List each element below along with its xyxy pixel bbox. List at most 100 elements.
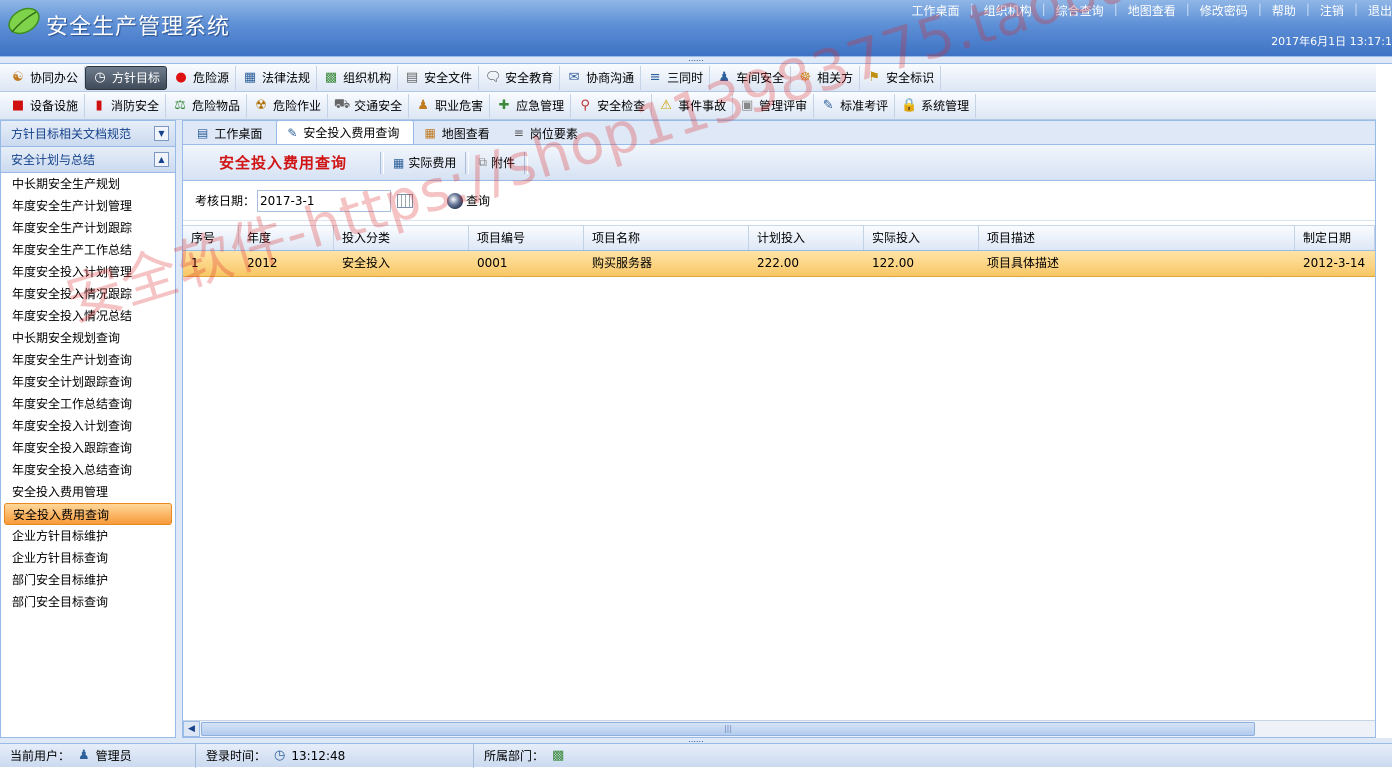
query-button[interactable]: 查询 <box>447 192 490 209</box>
magnifier-icon: ⚲ <box>580 98 590 113</box>
menu-target[interactable]: ◷ 方针目标 <box>85 65 168 90</box>
date-input[interactable] <box>257 189 392 212</box>
sidebar-item-selected[interactable]: 安全投入费用查询 <box>4 503 172 525</box>
menu-hazardous-work[interactable]: ☢ 危险作业 <box>247 93 329 118</box>
sidebar-item[interactable]: 年度安全生产工作总结 <box>1 239 175 261</box>
sidebar-item[interactable]: 年度安全生产计划查询 <box>1 349 175 371</box>
table-icon: ▦ <box>393 155 405 170</box>
menu-occupational-hazard[interactable]: ♟ 职业危害 <box>409 93 491 118</box>
sidebar-item[interactable]: 年度安全计划跟踪查询 <box>1 371 175 393</box>
sidebar-item[interactable]: 年度安全生产计划管理 <box>1 195 175 217</box>
tab-post-elements[interactable]: ≡ 岗位要素 <box>504 122 592 144</box>
top-link-password[interactable]: 修改密码 <box>1190 2 1258 19</box>
flag-icon: ⚑ <box>868 70 880 85</box>
top-link-help[interactable]: 帮助 <box>1262 2 1306 19</box>
accordion-docs-standards[interactable]: 方针目标相关文档规范 ▼ <box>1 121 175 147</box>
menu-safety-signs[interactable]: ⚑ 安全标识 <box>860 65 942 90</box>
top-link-desktop[interactable]: 工作桌面 <box>902 2 970 19</box>
menu-incidents[interactable]: ⚠ 事件事故 <box>652 93 734 118</box>
speech-bubble-icon: 🗨 <box>484 70 502 85</box>
column-header[interactable]: 项目名称 <box>584 226 749 250</box>
toolbar-separator <box>465 151 470 174</box>
sidebar-item[interactable]: 企业方针目标维护 <box>1 525 175 547</box>
calendar-icon[interactable] <box>397 193 414 208</box>
menu-system-management[interactable]: 🔒 系统管理 <box>895 93 977 118</box>
menu-traffic-safety[interactable]: ⛟ 交通安全 <box>328 93 410 118</box>
sidebar-item[interactable]: 年度安全生产计划跟踪 <box>1 217 175 239</box>
sidebar-item[interactable]: 年度安全投入情况跟踪 <box>1 283 175 305</box>
list-icon: ≡ <box>649 70 661 85</box>
fire-icon: ▮ <box>95 98 103 113</box>
menu-org[interactable]: ▩ 组织机构 <box>317 65 399 90</box>
sidebar-item[interactable]: 年度安全投入计划查询 <box>1 415 175 437</box>
column-header[interactable]: 制定日期 <box>1295 226 1375 250</box>
main-menu-row-2: ■ 设备设施 ▮ 消防安全 ⚖ 危险物品 ☢ 危险作业 ⛟ 交通安全 ♟ 职业危害 ✚ 应急管… <box>0 92 1376 120</box>
status-department: 所属部门： ▩ <box>484 748 565 763</box>
data-grid: 序号 年度 投入分类 项目编号 项目名称 计划投入 实际投入 项目描述 制定日期… <box>183 225 1375 277</box>
tab-desktop[interactable]: ▤ 工作桌面 <box>187 122 276 144</box>
search-bar: 考核日期： 查询 <box>183 181 1375 221</box>
map-icon: ▦ <box>424 126 436 140</box>
sidebar-item[interactable]: 年度安全工作总结查询 <box>1 393 175 415</box>
sidebar-item[interactable]: 中长期安全规划查询 <box>1 327 175 349</box>
sidebar-item[interactable]: 企业方针目标查询 <box>1 547 175 569</box>
menu-fire-safety[interactable]: ▮ 消防安全 <box>85 93 167 118</box>
menu-hazard-source[interactable]: ● 危险源 <box>167 65 237 90</box>
handshake-icon: ☸ <box>799 70 811 85</box>
menu-safety-inspection[interactable]: ⚲ 安全检查 <box>571 93 653 118</box>
attachment-button[interactable]: ⧉ 附件 <box>472 154 521 171</box>
accordion-plan-summary[interactable]: 安全计划与总结 ▲ <box>1 147 175 173</box>
sidebar-item[interactable]: 年度安全投入计划管理 <box>1 261 175 283</box>
menu-emergency[interactable]: ✚ 应急管理 <box>490 93 572 118</box>
edit-icon: ✎ <box>822 98 834 113</box>
main-content-panel: ▤ 工作桌面 ✎ 安全投入费用查询 ▦ 地图查看 ≡ 岗位要素 安全投入费用查询 ▦ 实际… <box>182 120 1376 738</box>
date-label: 考核日期： <box>195 194 256 208</box>
column-header[interactable]: 项目描述 <box>979 226 1295 250</box>
tab-map-view[interactable]: ▦ 地图查看 <box>414 122 503 144</box>
table-row[interactable]: 1 2012 安全投入 0001 购买服务器 222.00 122.00 项目具… <box>183 251 1375 277</box>
menu-equipment[interactable]: ■ 设备设施 <box>4 93 86 118</box>
menu-safety-docs[interactable]: ▤ 安全文件 <box>398 65 480 90</box>
leaf-logo-icon <box>8 7 40 35</box>
menu-management-review[interactable]: ▣ 管理评审 <box>733 93 815 118</box>
chevron-down-icon[interactable]: ▼ <box>154 126 169 141</box>
menu-related-parties[interactable]: ☸ 相关方 <box>791 65 861 90</box>
menu-three-simultaneous[interactable]: ≡ 三同时 <box>641 65 711 90</box>
column-header[interactable]: 年度 <box>239 226 334 250</box>
table-cell: 2012 <box>247 256 278 270</box>
top-link-map[interactable]: 地图查看 <box>1118 2 1186 19</box>
column-header[interactable]: 计划投入 <box>749 226 864 250</box>
top-link-org[interactable]: 组织机构 <box>974 2 1042 19</box>
menu-hazardous-goods[interactable]: ⚖ 危险物品 <box>166 93 248 118</box>
actual-cost-button[interactable]: ▦ 实际费用 <box>387 154 462 171</box>
horizontal-scrollbar[interactable]: ◀ ||| <box>183 720 1375 737</box>
tab-safety-cost-query[interactable]: ✎ 安全投入费用查询 <box>276 120 415 144</box>
sidebar-item[interactable]: 安全投入费用管理 <box>1 481 175 503</box>
sidebar-item[interactable]: 中长期安全生产规划 <box>1 173 175 195</box>
column-header[interactable]: 实际投入 <box>864 226 979 250</box>
sidebar-item[interactable]: 部门安全目标查询 <box>1 591 175 613</box>
grid-header: 序号 年度 投入分类 项目编号 项目名称 计划投入 实际投入 项目描述 制定日期 <box>183 225 1375 251</box>
list-icon: ≡ <box>513 126 524 140</box>
scrollbar-thumb[interactable]: ||| <box>201 722 1255 736</box>
top-splitter[interactable]: ...... <box>0 55 1392 64</box>
sidebar-item[interactable]: 年度安全投入跟踪查询 <box>1 437 175 459</box>
chevron-up-icon[interactable]: ▲ <box>154 152 169 167</box>
top-link-exit[interactable]: 退出 <box>1358 2 1392 19</box>
top-link-query[interactable]: 综合查询 <box>1046 2 1114 19</box>
scroll-left-icon[interactable]: ◀ <box>183 721 200 737</box>
mail-icon: ✉ <box>568 70 580 85</box>
menu-workshop-safety[interactable]: ♟ 车间安全 <box>710 65 792 90</box>
menu-consultation[interactable]: ✉ 协商沟通 <box>560 65 642 90</box>
column-header[interactable]: 序号 <box>183 226 239 250</box>
column-header[interactable]: 投入分类 <box>334 226 469 250</box>
menu-laws[interactable]: ▦ 法律法规 <box>236 65 318 90</box>
menu-safety-education[interactable]: 🗨 安全教育 <box>479 65 561 90</box>
column-header[interactable]: 项目编号 <box>469 226 584 250</box>
top-link-logout[interactable]: 注销 <box>1310 2 1354 19</box>
sidebar-item[interactable]: 年度安全投入情况总结 <box>1 305 175 327</box>
menu-collaboration[interactable]: ☯ 协同办公 <box>4 65 86 90</box>
sidebar-item[interactable]: 部门安全目标维护 <box>1 569 175 591</box>
sidebar-item[interactable]: 年度安全投入总结查询 <box>1 459 175 481</box>
menu-standard-evaluation[interactable]: ✎ 标准考评 <box>814 93 896 118</box>
